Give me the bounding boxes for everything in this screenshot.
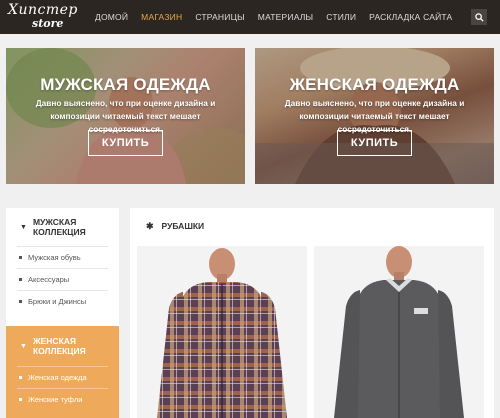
main-content: ✱ РУБАШКИ — [130, 208, 494, 418]
sidebar-item-accessories[interactable]: Аксессуары — [17, 268, 108, 290]
bullet-icon — [19, 278, 22, 281]
hero-men: МУЖСКАЯ ОДЕЖДА Давно выяснено, что при о… — [6, 48, 245, 184]
nav-item-shop[interactable]: МАГАЗИН — [141, 12, 182, 22]
gray-shirt-image — [334, 246, 464, 418]
bullet-icon — [19, 256, 22, 259]
star-icon: ✱ — [146, 220, 154, 231]
hero-women-title: ЖЕНСКАЯ ОДЕЖДА — [289, 75, 460, 94]
nav-item-layout[interactable]: РАСКЛАДКА САЙТА — [369, 12, 452, 22]
section-heading: ✱ РУБАШКИ — [130, 208, 204, 244]
logo[interactable]: Хипстер store — [8, 2, 80, 32]
sidebar-item-label: Женские туфли — [28, 395, 83, 404]
sidebar-item-label: Женская одежда — [28, 373, 87, 382]
sidebar-item-women-shoes[interactable]: Женские туфли — [17, 388, 108, 410]
arrow-down-icon: ▼ — [20, 223, 27, 231]
hero-women-buy-button[interactable]: КУПИТЬ — [337, 130, 412, 156]
sidebar-item-men-shoes[interactable]: Мужская обувь — [17, 246, 108, 268]
men-collection-list: Мужская обувь Аксессуары Брюки и Джинсы — [6, 246, 119, 312]
sidebar-item-label: Аксессуары — [28, 275, 70, 284]
bullet-icon — [19, 376, 22, 379]
women-collection: ▼ ЖЕНСКАЯ КОЛЛЕКЦИЯ Женская одежда Женск… — [6, 326, 119, 418]
site-header: Хипстер store ДОМОЙ МАГАЗИН СТРАНИЦЫ МАТ… — [0, 0, 500, 34]
plaid-shirt-image — [157, 248, 287, 418]
sidebar-item-label: Брюки и Джинсы — [28, 297, 87, 306]
main-nav: ДОМОЙ МАГАЗИН СТРАНИЦЫ МАТЕРИАЛЫ СТИЛИ Р… — [95, 0, 465, 34]
nav-item-pages[interactable]: СТРАНИЦЫ — [195, 12, 244, 22]
search-icon — [474, 12, 484, 22]
women-collection-list: Женская одежда Женские туфли — [6, 366, 119, 410]
product-card-plaid-shirt[interactable] — [137, 246, 307, 418]
section-title: РУБАШКИ — [161, 221, 205, 231]
search-button[interactable] — [471, 9, 487, 25]
product-card-gray-shirt[interactable] — [314, 246, 484, 418]
logo-store: store — [32, 17, 64, 30]
women-collection-heading[interactable]: ▼ ЖЕНСКАЯ КОЛЛЕКЦИЯ — [6, 326, 119, 366]
men-collection-label: МУЖСКАЯ КОЛЛЕКЦИЯ — [32, 217, 86, 237]
men-collection-heading[interactable]: ▼ МУЖСКАЯ КОЛЛЕКЦИЯ — [6, 208, 119, 246]
nav-item-materials[interactable]: МАТЕРИАЛЫ — [258, 12, 314, 22]
sidebar: ▼ МУЖСКАЯ КОЛЛЕКЦИЯ Мужская обувь Аксесс… — [6, 208, 119, 418]
nav-item-home[interactable]: ДОМОЙ — [95, 12, 128, 22]
hero-women: ЖЕНСКАЯ ОДЕЖДА Давно выяснено, что при о… — [255, 48, 494, 184]
women-collection-label: ЖЕНСКАЯ КОЛЛЕКЦИЯ — [32, 336, 86, 356]
nav-item-styles[interactable]: СТИЛИ — [326, 12, 356, 22]
hero-men-buy-button[interactable]: КУПИТЬ — [88, 130, 163, 156]
hero-men-title: МУЖСКАЯ ОДЕЖДА — [40, 75, 211, 94]
sidebar-item-label: Мужская обувь — [28, 253, 81, 262]
bullet-icon — [19, 398, 22, 401]
sidebar-item-women-clothing[interactable]: Женская одежда — [17, 366, 108, 388]
arrow-down-icon: ▼ — [20, 342, 27, 350]
sidebar-item-pants-jeans[interactable]: Брюки и Джинсы — [17, 290, 108, 312]
logo-script: Хипстер — [8, 2, 78, 18]
bullet-icon — [19, 300, 22, 303]
